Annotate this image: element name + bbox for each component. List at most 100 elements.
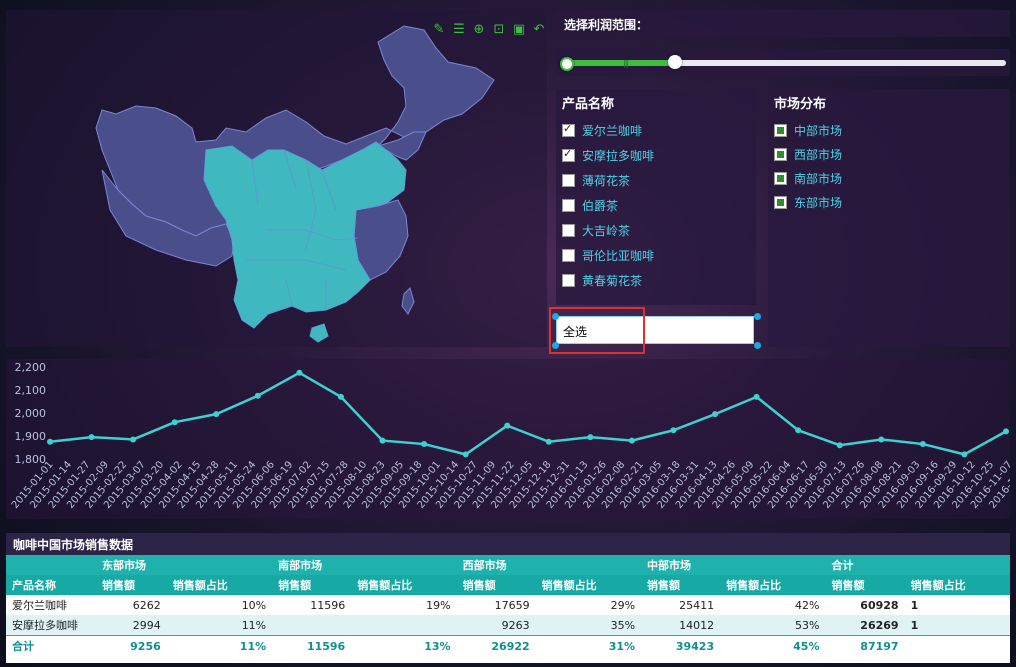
- table-group-header: 西部市场: [456, 555, 642, 575]
- data-point[interactable]: [213, 411, 220, 418]
- data-point[interactable]: [337, 393, 344, 400]
- china-map[interactable]: [6, 10, 547, 347]
- table-cell: 45%: [720, 635, 826, 656]
- data-point[interactable]: [961, 451, 968, 458]
- resize-handle[interactable]: [754, 342, 761, 349]
- table-cell: 39423: [641, 635, 721, 656]
- data-point[interactable]: [130, 436, 137, 443]
- table-cell: [272, 615, 352, 636]
- market-checkbox[interactable]: [774, 195, 787, 209]
- y-tick-label: 2,200: [15, 361, 47, 374]
- product-checkbox[interactable]: [562, 199, 575, 212]
- map-island-taiwan[interactable]: [401, 287, 415, 315]
- product-checkbox[interactable]: [562, 274, 575, 287]
- series-line: [49, 371, 1007, 456]
- table-title: 咖啡中国市场销售数据: [6, 533, 1010, 555]
- table-column-header: 销售额占比: [904, 575, 1010, 595]
- market-checkbox[interactable]: [774, 147, 787, 161]
- product-label: 爱尔兰咖啡: [582, 124, 643, 138]
- market-filter-panel: 市场分布 中部市场西部市场南部市场东部市场: [768, 89, 1010, 347]
- table-column-header: 销售额占比: [351, 575, 457, 595]
- slider-fill: [564, 60, 675, 66]
- product-option[interactable]: 哥伦比亚咖啡: [562, 243, 750, 268]
- table-column-header: 销售额: [96, 575, 167, 595]
- product-label: 伯爵茶: [582, 199, 619, 213]
- table-cell: [351, 615, 457, 636]
- market-checkbox[interactable]: [774, 171, 787, 185]
- profit-range-slider[interactable]: |||: [556, 49, 1010, 76]
- data-point[interactable]: [878, 436, 885, 443]
- map-panel: ✎ ☰ ⊕ ⊡ ▣ ↶: [6, 10, 547, 347]
- table-cell: [904, 635, 1010, 656]
- market-checkbox[interactable]: [774, 123, 787, 137]
- table-cell: 87197: [825, 635, 905, 656]
- table-group-header: 东部市场: [96, 555, 273, 575]
- y-tick-label: 1,900: [15, 430, 47, 443]
- table-column-header: 销售额: [272, 575, 352, 595]
- data-point[interactable]: [836, 442, 843, 449]
- market-filter-title: 市场分布: [774, 97, 827, 112]
- table-cell-product: 爱尔兰咖啡: [6, 595, 96, 615]
- data-point[interactable]: [545, 438, 552, 445]
- table-group-header: 南部市场: [272, 555, 457, 575]
- data-point[interactable]: [504, 422, 511, 429]
- data-point[interactable]: [795, 427, 802, 434]
- table-cell: 11596: [272, 595, 352, 615]
- slider-grip-icon: |||: [623, 59, 629, 68]
- table-group-header: 合计: [825, 555, 1010, 575]
- data-point[interactable]: [462, 451, 469, 458]
- product-filter-panel: 产品名称 爱尔兰咖啡安摩拉多咖啡薄荷花茶伯爵茶大吉岭茶哥伦比亚咖啡黄春菊花茶: [556, 89, 756, 305]
- market-label: 东部市场: [794, 195, 843, 210]
- data-point[interactable]: [88, 434, 95, 441]
- product-checkbox[interactable]: [562, 249, 575, 262]
- resize-handle[interactable]: [754, 313, 761, 320]
- table-cell-product: 安摩拉多咖啡: [6, 615, 96, 636]
- table-cell: 1: [904, 595, 1010, 615]
- data-point[interactable]: [919, 441, 926, 448]
- data-point[interactable]: [296, 369, 303, 376]
- market-label: 中部市场: [794, 123, 843, 138]
- data-point[interactable]: [379, 437, 386, 444]
- y-tick-label: 2,000: [15, 407, 47, 420]
- data-point[interactable]: [171, 419, 178, 426]
- table-cell: 9256: [96, 635, 167, 656]
- product-checkbox[interactable]: [562, 174, 575, 187]
- product-option[interactable]: 大吉岭茶: [562, 218, 750, 243]
- product-option[interactable]: 伯爵茶: [562, 193, 750, 218]
- market-option[interactable]: 东部市场: [774, 190, 1004, 214]
- data-point[interactable]: [587, 434, 594, 441]
- product-option[interactable]: 黄春菊花茶: [562, 268, 750, 293]
- table-cell: 26922: [456, 635, 536, 656]
- data-point[interactable]: [421, 441, 428, 448]
- product-option[interactable]: 安摩拉多咖啡: [562, 143, 750, 168]
- product-checkbox[interactable]: [562, 147, 575, 162]
- table-group-header: 中部市场: [641, 555, 826, 575]
- slider-title: 选择利润范围：: [556, 10, 1010, 37]
- table-cell: 6262: [96, 595, 167, 615]
- table-cell: 60928: [825, 595, 905, 615]
- data-point[interactable]: [712, 411, 719, 418]
- data-point[interactable]: [1003, 428, 1009, 435]
- table-column-header: 销售额: [641, 575, 721, 595]
- data-point[interactable]: [47, 438, 53, 445]
- data-point[interactable]: [670, 427, 677, 434]
- data-point[interactable]: [753, 393, 760, 400]
- data-point[interactable]: [628, 437, 635, 444]
- slider-min-handle[interactable]: [560, 57, 574, 71]
- market-option[interactable]: 中部市场: [774, 118, 1004, 142]
- product-checkbox[interactable]: [562, 122, 575, 137]
- product-checkbox[interactable]: [562, 224, 575, 237]
- product-option[interactable]: 薄荷花茶: [562, 168, 750, 193]
- product-option[interactable]: 爱尔兰咖啡: [562, 118, 750, 143]
- market-label: 西部市场: [794, 147, 843, 162]
- table-cell: 13%: [351, 635, 457, 656]
- sales-table: 东部市场 南部市场 西部市场 中部市场 合计 产品名称 销售额 销售额占比 销售…: [6, 555, 1010, 656]
- market-option[interactable]: 南部市场: [774, 166, 1004, 190]
- product-label: 安摩拉多咖啡: [582, 149, 655, 163]
- market-option[interactable]: 西部市场: [774, 142, 1004, 166]
- map-island-hainan[interactable]: [309, 323, 329, 343]
- slider-max-handle[interactable]: [667, 55, 682, 69]
- slider-track[interactable]: |||: [560, 55, 1006, 71]
- data-point[interactable]: [254, 392, 261, 399]
- table-cell: 9263: [456, 615, 536, 636]
